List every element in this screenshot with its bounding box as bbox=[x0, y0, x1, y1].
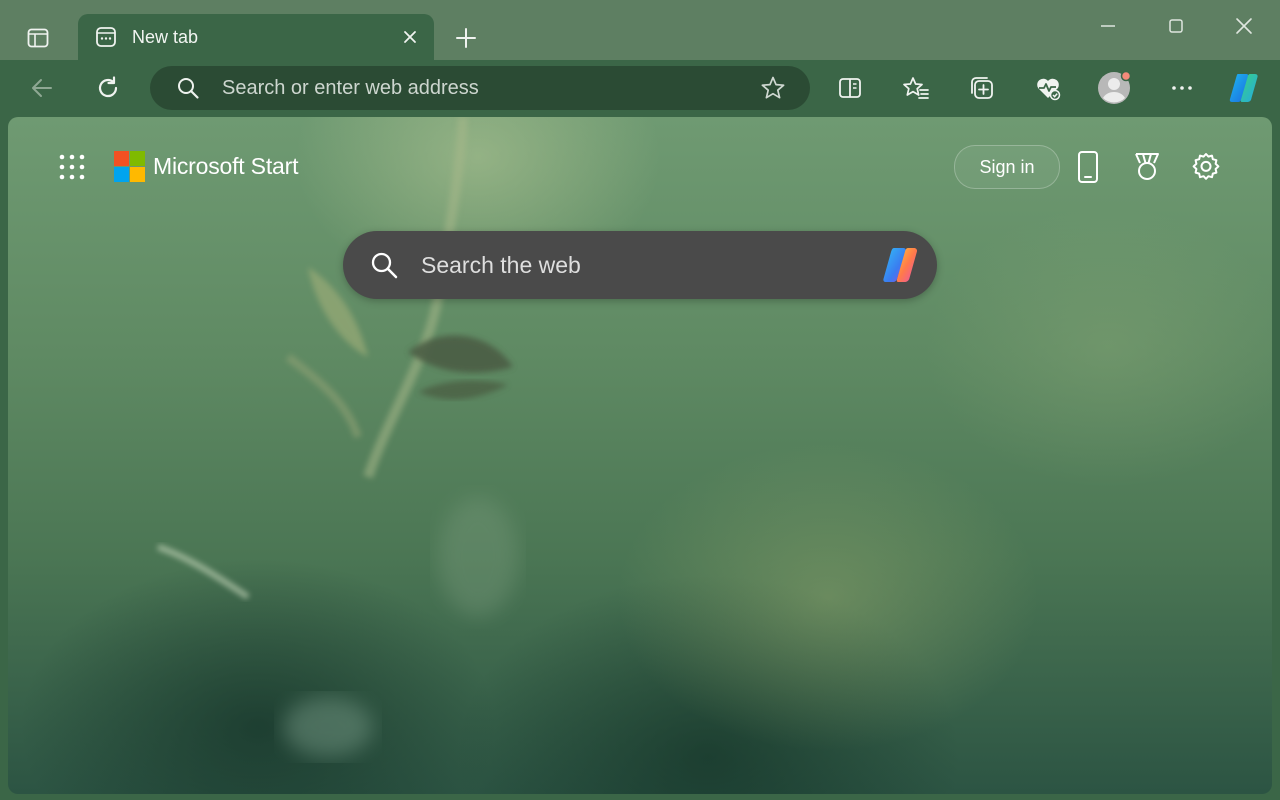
new-tab-page-icon bbox=[94, 25, 118, 49]
collections-icon bbox=[971, 77, 993, 99]
minimize-icon bbox=[1101, 25, 1115, 27]
plus-icon bbox=[456, 28, 476, 48]
browser-window: New tab Search or enter web address Micr… bbox=[0, 0, 1280, 800]
copilot-icon bbox=[883, 248, 918, 282]
microsoft-logo-icon bbox=[114, 150, 145, 182]
tab-close-button[interactable] bbox=[398, 25, 422, 49]
web-search-box[interactable] bbox=[343, 231, 937, 299]
web-search-input[interactable] bbox=[419, 246, 877, 284]
address-input[interactable] bbox=[220, 72, 760, 104]
sign-in-button[interactable]: Sign in bbox=[954, 145, 1060, 189]
settings-button[interactable] bbox=[1186, 147, 1226, 187]
profile-avatar-icon bbox=[1098, 70, 1132, 104]
more-icon bbox=[1172, 86, 1192, 90]
tab-strip: New tab bbox=[0, 0, 1280, 60]
tab-new-tab[interactable]: New tab bbox=[78, 14, 434, 60]
star-icon bbox=[761, 76, 785, 99]
new-tab-button[interactable] bbox=[448, 20, 484, 56]
refresh-button[interactable] bbox=[88, 68, 128, 108]
microsoft-start-brand[interactable]: Microsoft Start bbox=[114, 150, 298, 182]
address-bar[interactable] bbox=[150, 66, 810, 110]
favorites-icon bbox=[903, 77, 929, 99]
maximize-icon bbox=[1169, 19, 1183, 33]
brand-title: Microsoft Start bbox=[153, 152, 299, 179]
close-icon bbox=[404, 31, 416, 43]
copilot-search-button[interactable] bbox=[877, 241, 925, 289]
browser-essentials-icon bbox=[1037, 78, 1061, 101]
rewards-button[interactable] bbox=[1127, 147, 1167, 187]
minimize-button[interactable] bbox=[1078, 6, 1138, 46]
back-button[interactable] bbox=[22, 68, 62, 108]
favorites-button[interactable] bbox=[896, 68, 936, 108]
collections-button[interactable] bbox=[962, 68, 1002, 108]
add-favorite-button[interactable] bbox=[760, 75, 786, 101]
copilot-icon bbox=[1229, 74, 1258, 102]
profile-button[interactable] bbox=[1094, 68, 1134, 108]
mobile-app-button[interactable] bbox=[1068, 147, 1108, 187]
browser-essentials-button[interactable] bbox=[1028, 68, 1068, 108]
refresh-icon bbox=[98, 76, 118, 98]
window-close-button[interactable] bbox=[1214, 6, 1274, 46]
tab-actions-button[interactable] bbox=[18, 18, 58, 58]
rewards-icon bbox=[1135, 153, 1159, 180]
search-icon bbox=[369, 250, 399, 280]
new-tab-page: Microsoft Start Sign in bbox=[8, 117, 1272, 794]
background-image bbox=[157, 117, 518, 757]
copilot-button[interactable] bbox=[1224, 68, 1264, 108]
app-launcher-icon bbox=[59, 154, 85, 180]
settings-icon bbox=[1192, 153, 1220, 180]
search-icon bbox=[176, 76, 200, 100]
split-screen-icon bbox=[839, 78, 861, 98]
more-options-button[interactable] bbox=[1162, 68, 1202, 108]
tab-title: New tab bbox=[132, 26, 199, 47]
sidebar-panel-icon bbox=[27, 28, 49, 48]
split-screen-button[interactable] bbox=[830, 68, 870, 108]
navigation-toolbar bbox=[0, 60, 1280, 116]
back-arrow-icon bbox=[32, 79, 52, 97]
phone-icon bbox=[1078, 151, 1098, 183]
maximize-button[interactable] bbox=[1146, 6, 1206, 46]
app-launcher-button[interactable] bbox=[52, 147, 92, 187]
close-icon bbox=[1236, 18, 1252, 34]
